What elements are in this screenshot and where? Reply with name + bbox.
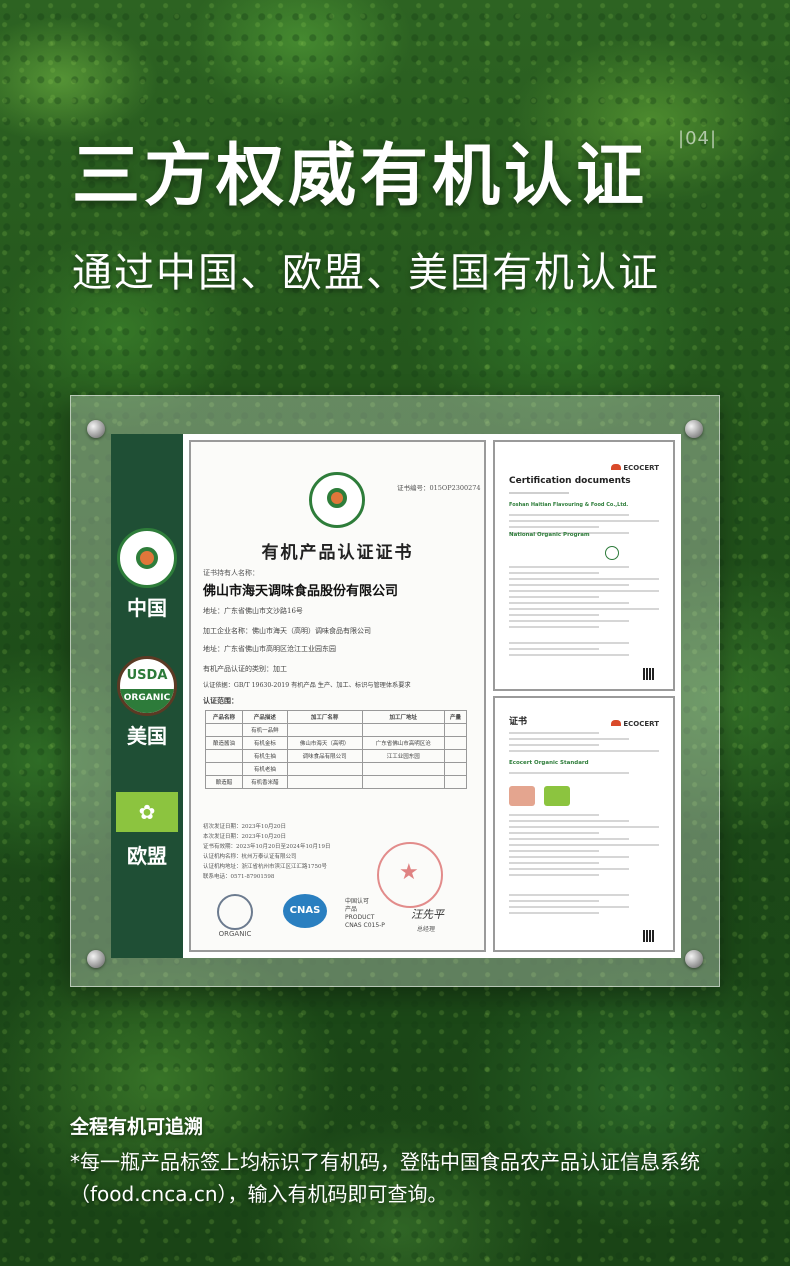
first-issue-date: 初次发证日期：2023年10月20日 xyxy=(203,824,286,830)
certificate-board: 中国 USDA ORGANIC 美国 ✿ 欧盟 证书编号：015OP230027… xyxy=(70,395,720,987)
company-name: Foshan Haitian Flavouring & Food Co.,Ltd… xyxy=(509,502,629,508)
sidebar-item-eu: ✿ 欧盟 xyxy=(111,792,183,869)
sidebar-item-label: 美国 xyxy=(127,724,167,748)
table-row: 有机老抽 xyxy=(204,762,468,776)
table-row: 酿造酱油 有机金标 佛山市海天（高明） 广东省佛山市高明区沧 xyxy=(204,736,468,750)
processor-name: 加工企业名称：佛山市海天（高明）调味食品有限公司 xyxy=(203,627,371,635)
certificate-title: 有机产品认证证书 xyxy=(261,543,414,563)
program-name: National Organic Program xyxy=(509,532,590,538)
ecocert-nop-document: ECOCERT Certification documents Foshan H… xyxy=(493,440,675,691)
eu-organic-leaf-logo-icon: ✿ xyxy=(116,792,178,832)
usda-mini-logo-icon xyxy=(605,546,619,560)
page-title: 三方权威有机认证 xyxy=(72,137,649,216)
traceability-description: *每一瓶产品标签上均标识了有机码，登陆中国食品农产品认证信息系统（food.cn… xyxy=(70,1150,700,1206)
signature-title: 总经理 xyxy=(417,926,436,933)
page-subtitle: 通过中国、欧盟、美国有机认证 xyxy=(72,250,660,296)
usda-organic-logo-icon: USDA ORGANIC xyxy=(117,656,177,716)
screw-icon xyxy=(685,950,703,968)
certification-sidebar: 中国 USDA ORGANIC 美国 ✿ 欧盟 xyxy=(111,434,183,958)
processor-address: 地址：广东省佛山市高明区沧江工业园东园 xyxy=(203,645,336,653)
qr-code-icon xyxy=(643,668,655,680)
screw-icon xyxy=(685,420,703,438)
ecocert-badge-icon xyxy=(509,786,535,806)
china-organic-logo-icon xyxy=(309,472,365,528)
issuer-name: 认证机构名称：杭州万泰认证有限公司 xyxy=(203,854,297,860)
scope-label: 认证范围： xyxy=(203,696,238,705)
table-header: 产品名称 xyxy=(204,710,244,724)
issuer-address: 认证机构地址：浙江省杭州市滨江区江汇路1750号 xyxy=(203,864,327,870)
table-row: 有机一品鲜 xyxy=(204,723,468,737)
table-header: 加工厂地址 xyxy=(361,710,445,724)
certificate-logos: ORGANIC CNAS 中国认可 产品 PRODUCT CNAS C015-P… xyxy=(205,894,475,944)
screw-icon xyxy=(87,420,105,438)
cnas-logo-icon: CNAS xyxy=(281,894,329,934)
certificate-panel: 中国 USDA ORGANIC 美国 ✿ 欧盟 证书编号：015OP230027… xyxy=(111,434,681,958)
certification-basis: 认证依据：GB/T 19630-2019 有机产品 生产、加工、标识与管理体系要… xyxy=(203,682,411,689)
document-title: Certification documents xyxy=(509,476,631,486)
holder-address: 地址：广东省佛山市文沙路16号 xyxy=(203,607,303,615)
sidebar-item-usa: USDA ORGANIC 美国 xyxy=(111,656,183,749)
cnas-accreditation-text: 中国认可 产品 PRODUCT CNAS C015-P xyxy=(345,898,385,929)
table-header: 加工厂名称 xyxy=(286,710,363,724)
china-organic-certificate: 证书编号：015OP2300274 有机产品认证证书 证书持有人名称： 佛山市海… xyxy=(189,440,486,952)
sidebar-item-label: 欧盟 xyxy=(127,844,167,868)
table-header-row: 产品名称 产品描述 加工厂名称 加工厂地址 产量 xyxy=(204,710,468,724)
china-organic-logo-icon xyxy=(117,528,177,588)
table-header: 产品描述 xyxy=(242,710,288,724)
screw-icon xyxy=(87,950,105,968)
document-title: 证书 xyxy=(509,717,528,727)
organic-globe-logo-icon: ORGANIC xyxy=(211,894,259,938)
ecocert-logo: ECOCERT xyxy=(611,464,659,472)
ecocert-eu-document: 证书 ECOCERT Ecocert Organic Standard xyxy=(493,696,675,952)
ecocert-logo: ECOCERT xyxy=(611,720,659,728)
sidebar-item-china: 中国 xyxy=(111,528,183,621)
signature: 汪先平 xyxy=(411,908,444,921)
scope-table: 产品名称 产品描述 加工厂名称 加工厂地址 产量 有机一品鲜 酿造酱油 有机金标佛… xyxy=(204,710,468,789)
table-row: 有机生抽 调味食品有限公司 江工业园东园 xyxy=(204,749,468,763)
qr-code-icon xyxy=(643,930,655,942)
issue-date: 本次发证日期：2023年10月20日 xyxy=(203,834,286,840)
traceability-title: 全程有机可追溯 xyxy=(70,1116,204,1138)
eu-leaf-badge-icon xyxy=(544,786,571,806)
table-header: 产量 xyxy=(443,710,468,724)
issuer-phone: 联系电话：0571-87901598 xyxy=(203,874,275,880)
holder-label: 证书持有人名称： xyxy=(203,569,259,577)
holder-name: 佛山市海天调味食品股份有限公司 xyxy=(203,584,399,599)
valid-period: 证书有效期：2023年10月20日至2024年10月19日 xyxy=(203,844,331,850)
certification-type: 有机产品认证的类别：加工 xyxy=(203,665,287,673)
eu-organic-badges xyxy=(509,786,574,810)
certificate-number: 证书编号：015OP2300274 xyxy=(397,484,481,492)
table-row: 酿造醋 有机香米醋 xyxy=(204,775,468,789)
standard-name: Ecocert Organic Standard xyxy=(509,760,589,766)
sidebar-item-label: 中国 xyxy=(127,596,167,620)
page-number: |04| xyxy=(678,128,718,149)
